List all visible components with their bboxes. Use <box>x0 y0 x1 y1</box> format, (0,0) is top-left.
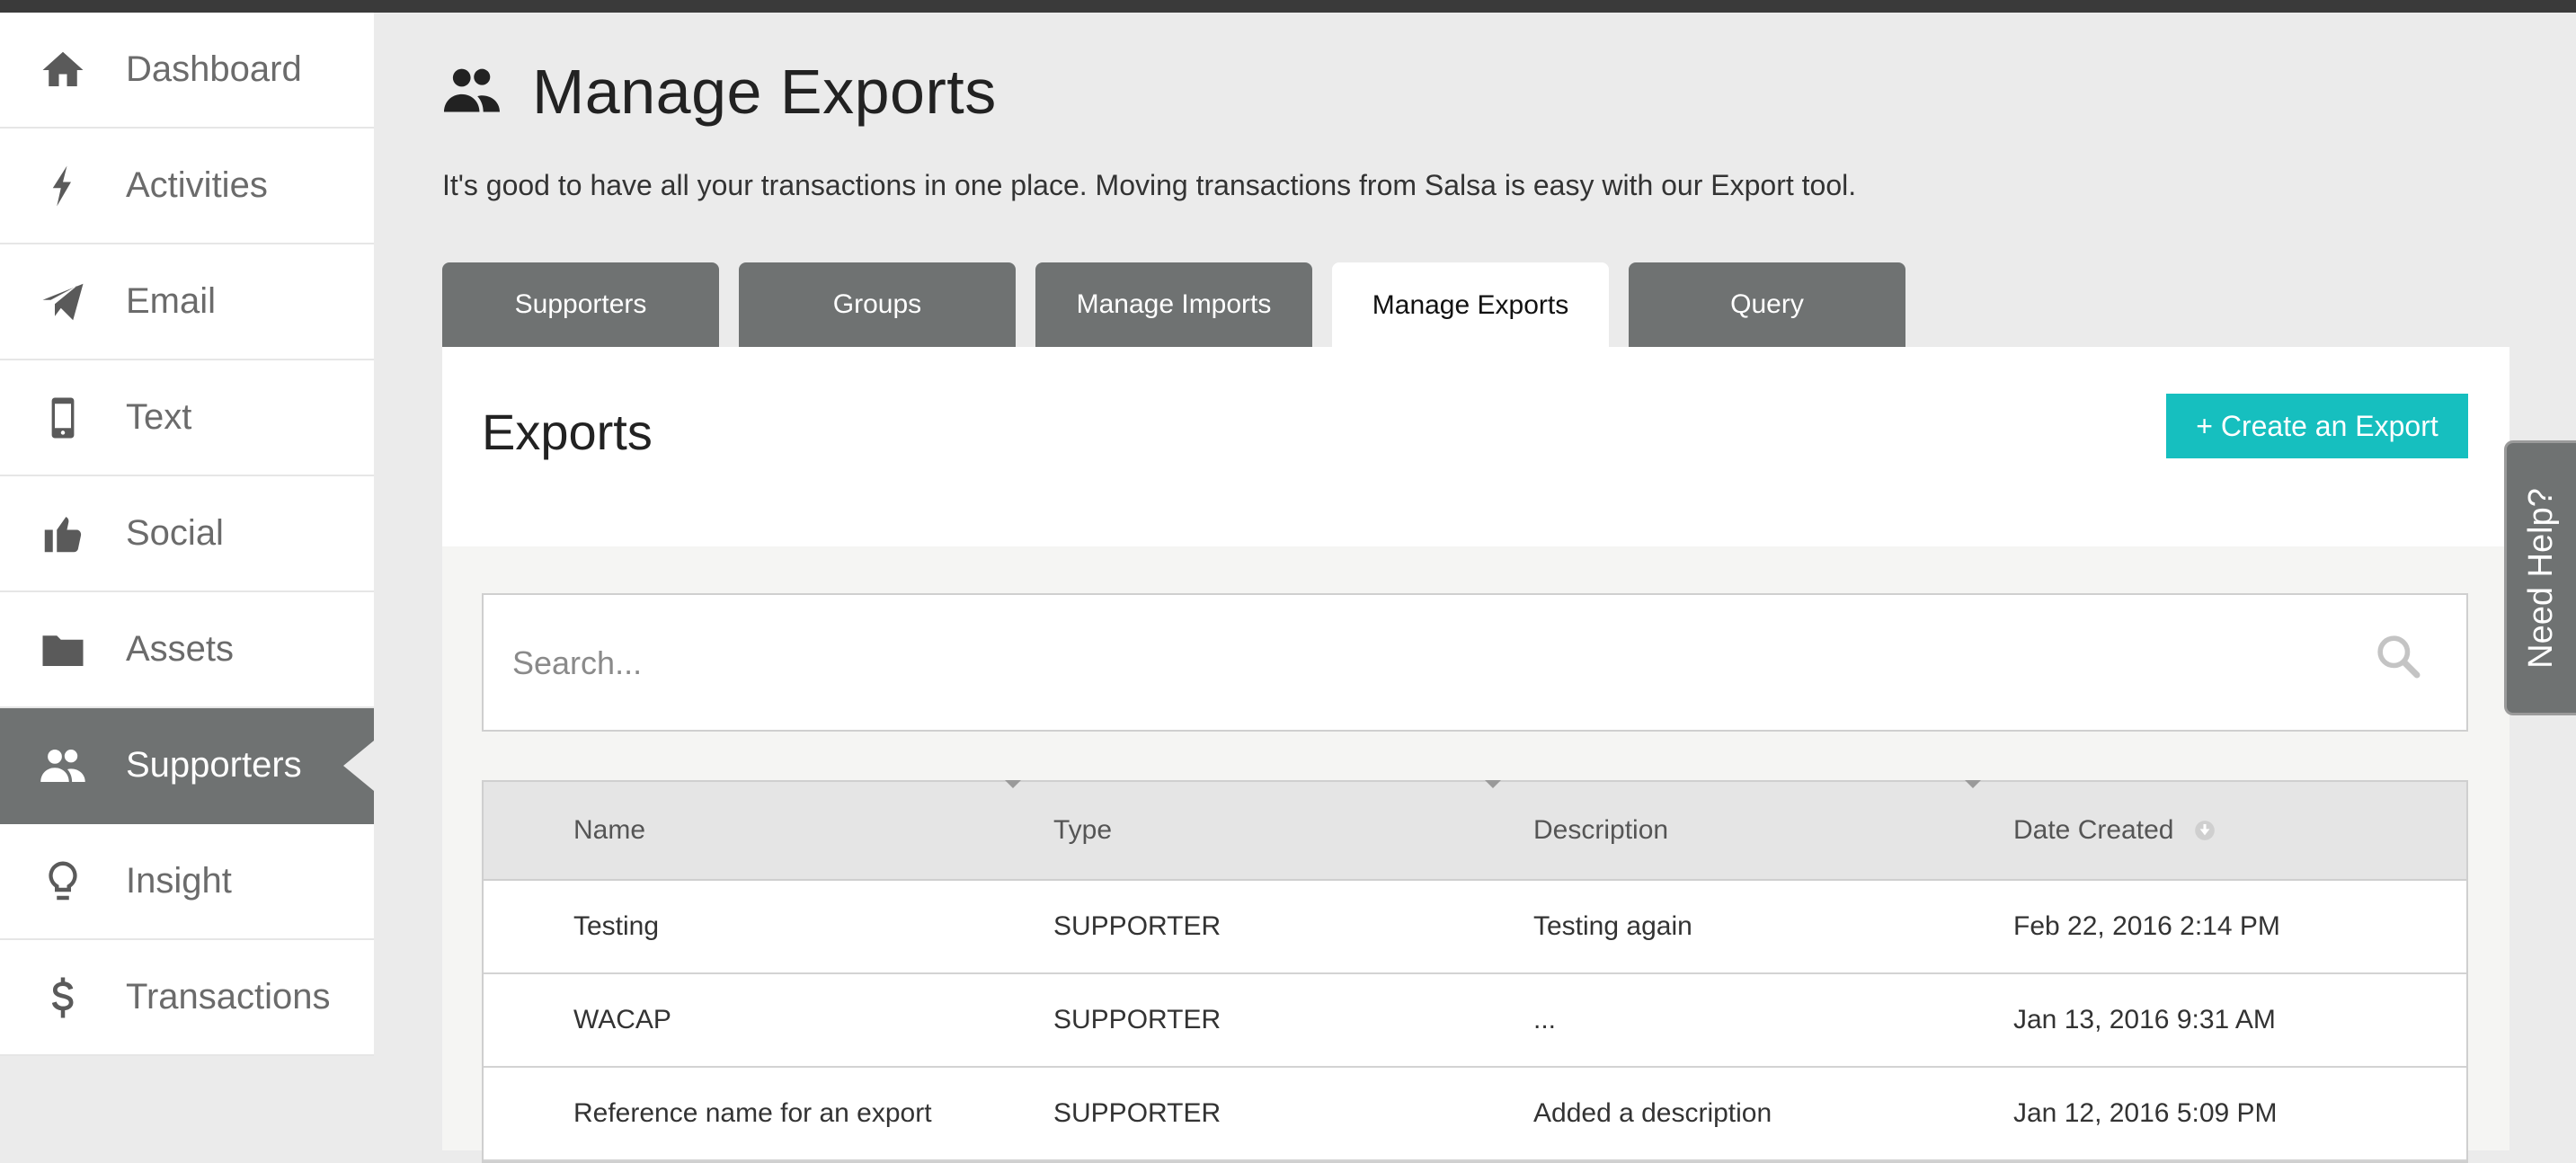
sidebar-item-label: Email <box>126 281 217 321</box>
sidebar-item-activities[interactable]: Activities <box>0 129 374 244</box>
sort-descending-icon[interactable] <box>2193 819 2216 842</box>
page-header: Manage Exports <box>440 56 997 128</box>
sidebar-item-transactions[interactable]: Transactions <box>0 940 374 1056</box>
table-row[interactable]: WACAP SUPPORTER ... Jan 13, 2016 9:31 AM <box>484 974 2466 1068</box>
cell-description: Testing again <box>1533 911 1692 941</box>
lightbulb-icon <box>0 857 126 906</box>
exports-table: Name Type Description Date Created Testi… <box>482 780 2468 1163</box>
sidebar-item-dashboard[interactable]: Dashboard <box>0 13 374 129</box>
paper-plane-icon <box>0 278 126 326</box>
cell-name: Reference name for an export <box>573 1098 932 1128</box>
sidebar: Dashboard Activities Email Text Social A… <box>0 13 374 1056</box>
cell-type: SUPPORTER <box>1053 1005 1221 1034</box>
sidebar-item-label: Dashboard <box>126 49 302 89</box>
search-box <box>482 593 2468 732</box>
users-icon <box>0 741 126 790</box>
cell-date-created: Jan 13, 2016 9:31 AM <box>2013 1005 2276 1034</box>
column-resize-caret <box>1005 780 1021 788</box>
tab-manage-exports[interactable]: Manage Exports <box>1332 262 1609 349</box>
sidebar-item-email[interactable]: Email <box>0 244 374 360</box>
need-help-tab[interactable]: Need Help? <box>2504 440 2576 715</box>
column-header-type[interactable]: Type <box>1053 782 1112 879</box>
cell-name: Testing <box>573 911 660 941</box>
cell-name: WACAP <box>573 1005 671 1034</box>
sidebar-item-label: Text <box>126 397 192 437</box>
folder-icon <box>0 626 126 674</box>
sidebar-item-label: Transactions <box>126 977 331 1017</box>
sidebar-item-insight[interactable]: Insight <box>0 824 374 940</box>
panel-title: Exports <box>482 404 653 460</box>
sidebar-item-social[interactable]: Social <box>0 476 374 592</box>
table-row[interactable]: Testing SUPPORTER Testing again Feb 22, … <box>484 881 2466 974</box>
thumbs-up-icon <box>0 510 126 558</box>
sidebar-item-label: Supporters <box>126 745 302 785</box>
tab-manage-imports[interactable]: Manage Imports <box>1035 262 1312 347</box>
sidebar-item-label: Insight <box>126 861 232 901</box>
home-icon <box>0 46 126 94</box>
column-header-name[interactable]: Name <box>573 782 645 879</box>
lightning-icon <box>0 162 126 210</box>
column-header-label: Date Created <box>2013 815 2174 845</box>
top-bar <box>0 0 2576 13</box>
cell-type: SUPPORTER <box>1053 1098 1221 1128</box>
cell-date-created: Feb 22, 2016 2:14 PM <box>2013 911 2280 941</box>
sidebar-item-label: Social <box>126 513 224 553</box>
table-header: Name Type Description Date Created <box>484 780 2466 881</box>
column-resize-caret <box>1965 780 1981 788</box>
create-export-button[interactable]: + Create an Export <box>2166 394 2468 458</box>
page-description: It's good to have all your transactions … <box>442 169 1857 201</box>
panel-header: Exports + Create an Export <box>442 347 2509 546</box>
cell-type: SUPPORTER <box>1053 911 1221 941</box>
table-row[interactable]: Reference name for an export SUPPORTER A… <box>484 1068 2466 1161</box>
column-header-date-created[interactable]: Date Created <box>2013 782 2216 879</box>
column-resize-caret <box>1485 780 1501 788</box>
sidebar-item-assets[interactable]: Assets <box>0 592 374 708</box>
need-help-label: Need Help? <box>2522 487 2560 669</box>
page-title: Manage Exports <box>532 57 997 127</box>
cell-date-created: Jan 12, 2016 5:09 PM <box>2013 1098 2278 1128</box>
dollar-icon <box>0 973 126 1022</box>
sidebar-item-supporters[interactable]: Supporters <box>0 708 374 824</box>
tab-supporters[interactable]: Supporters <box>442 262 719 347</box>
search-icon[interactable] <box>2373 631 2436 694</box>
column-header-description[interactable]: Description <box>1533 782 1668 879</box>
mobile-phone-icon <box>0 394 126 442</box>
sidebar-item-text[interactable]: Text <box>0 360 374 476</box>
cell-description: Added a description <box>1533 1098 1772 1128</box>
sidebar-item-label: Activities <box>126 165 268 205</box>
tab-query[interactable]: Query <box>1629 262 1905 347</box>
sidebar-item-label: Assets <box>126 629 235 669</box>
cell-description: ... <box>1533 1005 1557 1034</box>
users-icon <box>444 68 500 112</box>
search-input[interactable] <box>511 631 2357 696</box>
exports-panel: Exports + Create an Export Name Type Des… <box>442 347 2509 1163</box>
tab-groups[interactable]: Groups <box>739 262 1016 347</box>
tab-bar: Supporters Groups Manage Imports Manage … <box>442 262 1925 349</box>
